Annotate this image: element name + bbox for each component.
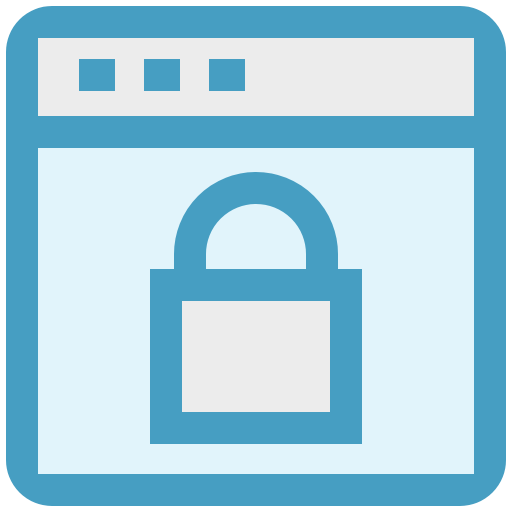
- padlock-body: [150, 269, 362, 444]
- window-dots-icon: [79, 59, 245, 91]
- window-dot-2: [144, 59, 180, 91]
- window-dot-3: [209, 59, 245, 91]
- titlebar-divider: [6, 116, 506, 148]
- window-dot-1: [79, 59, 115, 91]
- icon-canvas: [0, 0, 512, 512]
- secure-browser-lock-icon: [6, 6, 506, 506]
